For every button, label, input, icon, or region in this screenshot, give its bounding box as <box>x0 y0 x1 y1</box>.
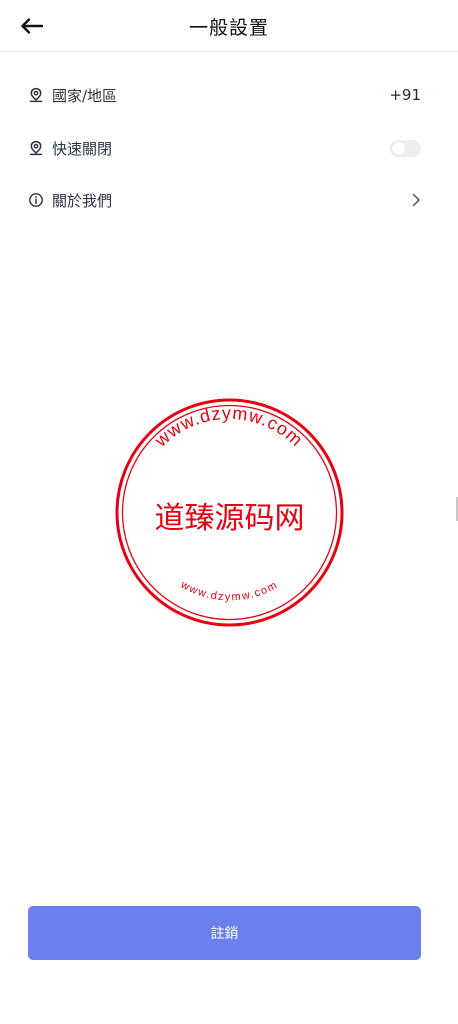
watermark-url-top: www.dzymw.com <box>150 403 307 451</box>
settings-row-about-us[interactable]: 關於我們 <box>28 180 421 220</box>
page-title: 一般設置 <box>188 17 269 39</box>
settings-label: 關於我們 <box>52 191 113 210</box>
watermark-title: 道臻源码网 <box>155 501 305 536</box>
info-circle-icon <box>28 191 46 209</box>
logout-button[interactable]: 註銷 <box>28 906 421 960</box>
settings-row-country-region[interactable]: 國家/地區 +91 <box>28 75 421 115</box>
location-pin-icon <box>28 86 46 104</box>
watermark-stamp: www.dzymw.com 道臻源码网 www.dzymw.com <box>115 398 344 627</box>
chevron-right-icon <box>412 193 420 207</box>
header: 一般設置 <box>0 0 458 52</box>
settings-row-quick-close: 快速關閉 <box>28 128 421 168</box>
settings-label: 國家/地區 <box>52 86 118 105</box>
country-code-value: +91 <box>389 86 421 104</box>
location-pin-icon <box>28 139 46 157</box>
settings-label: 快速關閉 <box>52 139 113 158</box>
quick-close-toggle[interactable] <box>390 139 421 157</box>
watermark-url-bottom: www.dzymw.com <box>178 578 280 603</box>
toggle-knob <box>392 141 405 155</box>
